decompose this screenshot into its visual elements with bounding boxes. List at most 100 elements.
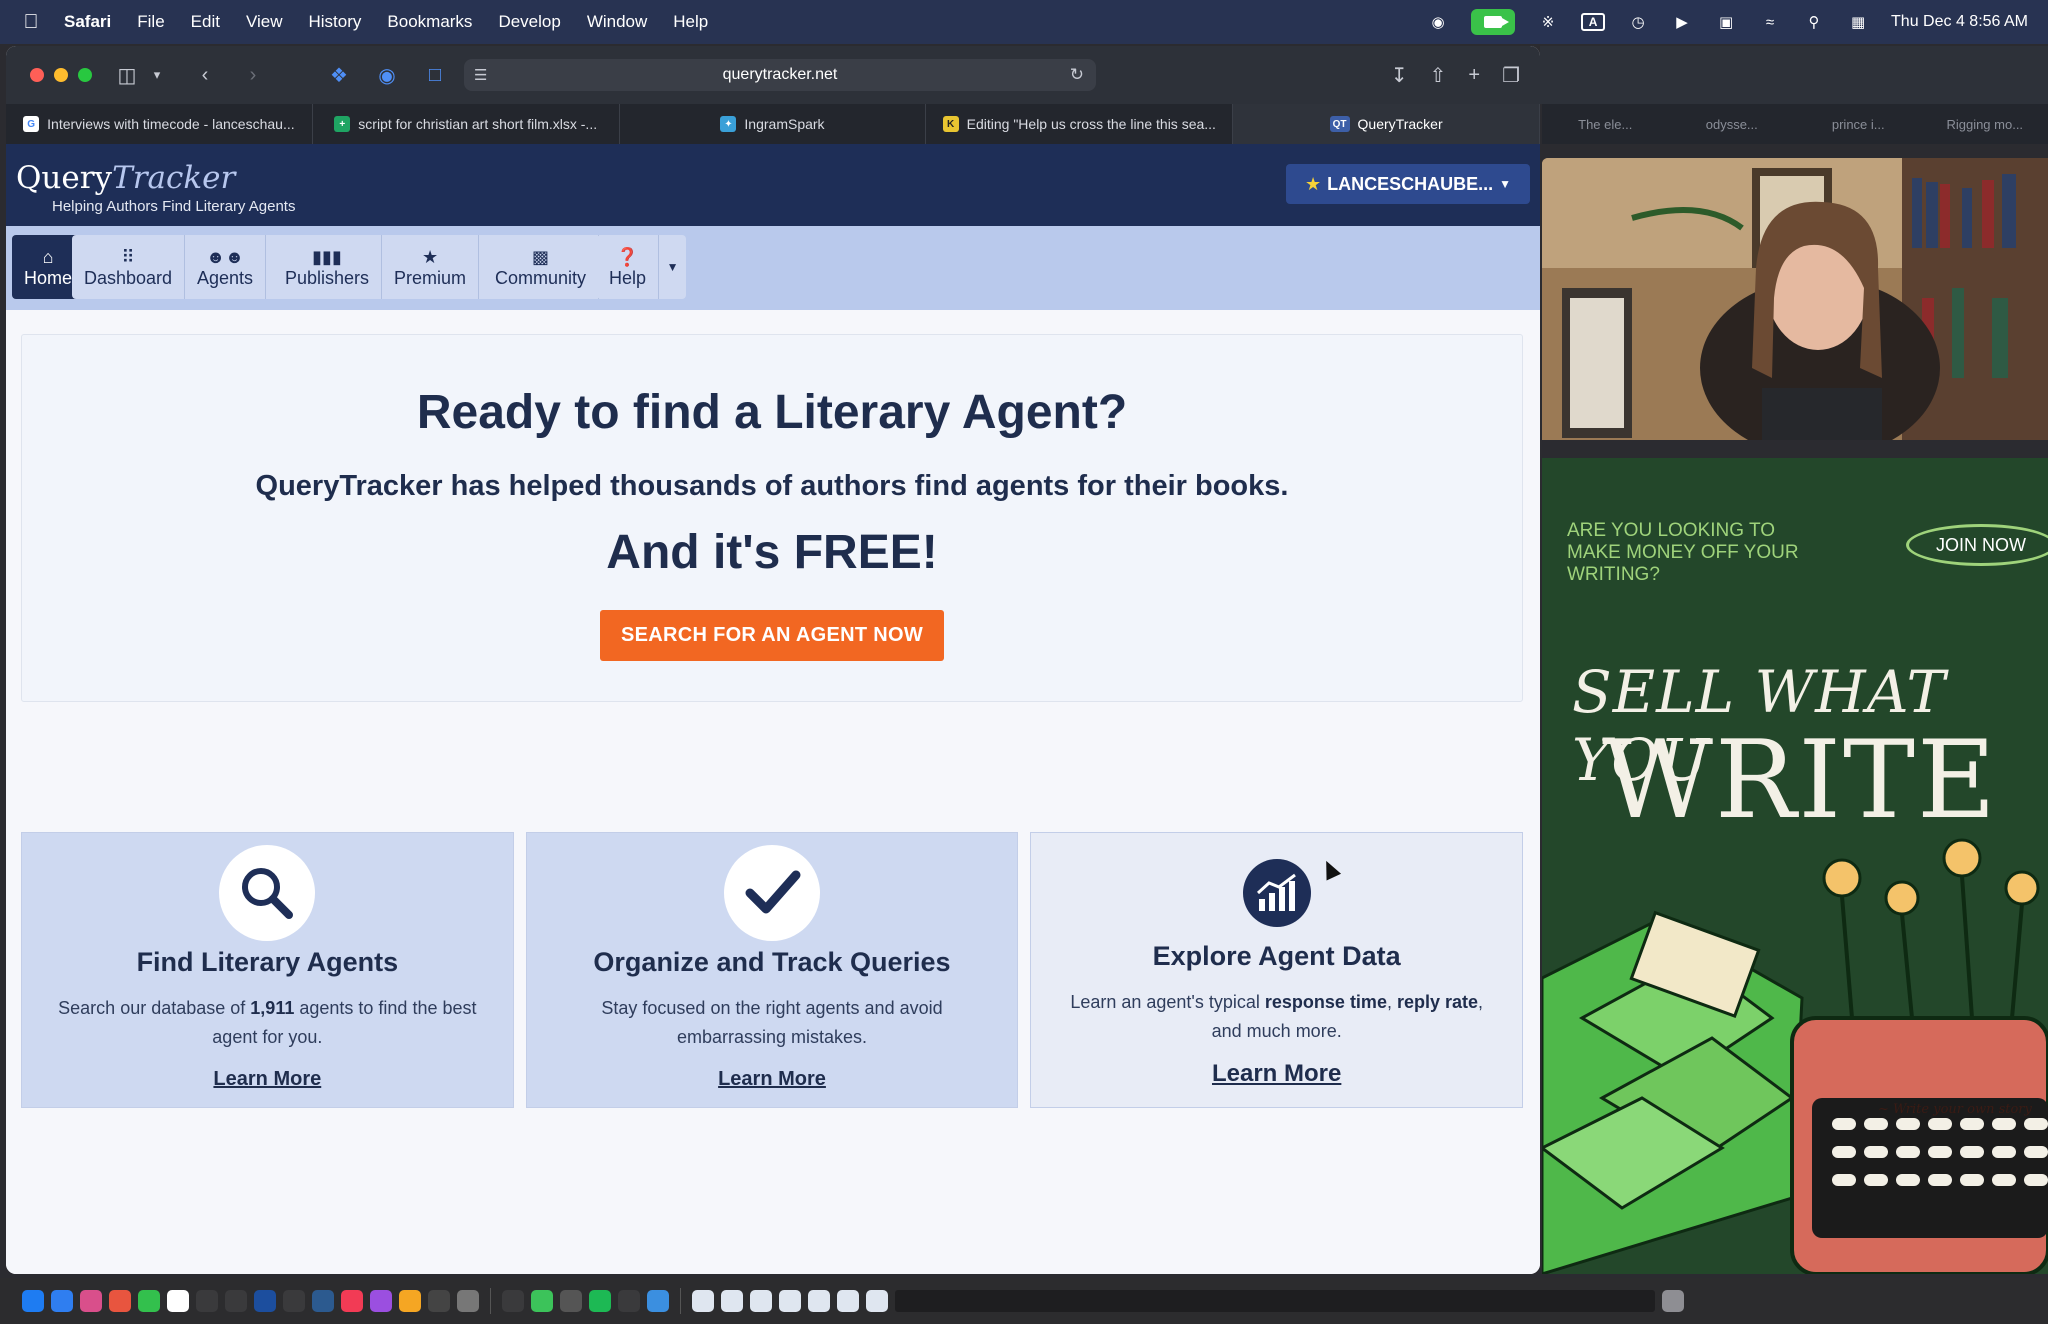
app-icon[interactable] bbox=[283, 1290, 305, 1312]
learn-more-link-find[interactable]: Learn More bbox=[213, 1068, 321, 1091]
extension-shield-icon[interactable]: ◉ bbox=[374, 63, 400, 88]
bg-tab[interactable]: odysse... bbox=[1669, 117, 1796, 132]
app-icon[interactable] bbox=[312, 1290, 334, 1312]
tab-script-spreadsheet[interactable]: + script for christian art short film.xl… bbox=[313, 104, 620, 144]
preview-icon[interactable] bbox=[647, 1290, 669, 1312]
sidebar-menu-chevron-icon[interactable]: ▾ bbox=[144, 67, 170, 83]
trash-icon[interactable] bbox=[1662, 1290, 1684, 1312]
document-icon[interactable] bbox=[808, 1290, 830, 1312]
nav-help-button[interactable]: ❓ Help bbox=[597, 235, 659, 299]
extension-doc-icon[interactable]: □ bbox=[422, 64, 448, 87]
tab-overview-icon[interactable]: ❐ bbox=[1502, 63, 1520, 88]
minimize-window-button[interactable] bbox=[54, 68, 68, 82]
menu-develop[interactable]: Develop bbox=[498, 12, 560, 32]
checkmark-icon bbox=[724, 845, 820, 941]
document-icon[interactable] bbox=[750, 1290, 772, 1312]
back-arrow-icon[interactable]: ‹ bbox=[192, 64, 218, 87]
bg-tab[interactable]: The ele... bbox=[1542, 117, 1669, 132]
nav-dashboard-button[interactable]: ⠿ Dashboard bbox=[72, 235, 185, 299]
tab-title: IngramSpark bbox=[744, 116, 825, 132]
menu-help[interactable]: Help bbox=[673, 12, 708, 32]
photos-icon[interactable] bbox=[109, 1290, 131, 1312]
menu-file[interactable]: File bbox=[137, 12, 164, 32]
bg-tab[interactable]: prince i... bbox=[1795, 117, 1922, 132]
app-store-icon[interactable] bbox=[254, 1290, 276, 1312]
battery-icon[interactable]: ▣ bbox=[1715, 13, 1737, 31]
app-icon[interactable] bbox=[560, 1290, 582, 1312]
sidebar-toggle-icon[interactable]: ◫ bbox=[114, 63, 140, 88]
user-menu-button[interactable]: ★ LANCESCHAUBE... ▼ bbox=[1286, 164, 1530, 204]
tab-querytracker[interactable]: QT QueryTracker bbox=[1233, 104, 1540, 144]
app-icon[interactable] bbox=[428, 1290, 450, 1312]
extension-network-icon[interactable]: ❖ bbox=[326, 63, 352, 88]
tab-bar: G Interviews with timecode - lanceschau.… bbox=[6, 104, 1540, 144]
close-window-button[interactable] bbox=[30, 68, 44, 82]
tab-ingramspark[interactable]: ✦ IngramSpark bbox=[620, 104, 927, 144]
menu-window[interactable]: Window bbox=[587, 12, 647, 32]
document-icon[interactable] bbox=[837, 1290, 859, 1312]
bluetooth-icon[interactable]: ※ bbox=[1537, 13, 1559, 31]
document-icon[interactable] bbox=[779, 1290, 801, 1312]
pages-icon[interactable] bbox=[399, 1290, 421, 1312]
app-icon[interactable] bbox=[196, 1290, 218, 1312]
help-dropdown-caret[interactable]: ▼ bbox=[658, 235, 687, 299]
menu-view[interactable]: View bbox=[246, 12, 283, 32]
numbers-icon[interactable] bbox=[531, 1290, 553, 1312]
document-icon[interactable] bbox=[866, 1290, 888, 1312]
facetime-camera-icon[interactable] bbox=[1471, 9, 1516, 35]
app-icon[interactable] bbox=[225, 1290, 247, 1312]
control-center-icon[interactable]: ▦ bbox=[1847, 13, 1869, 31]
nav-agents-button[interactable]: ☻☻ Agents bbox=[185, 235, 266, 299]
spotlight-search-icon[interactable]: ⚲ bbox=[1803, 13, 1825, 31]
nav-publishers-button[interactable]: ▮▮▮ Publishers bbox=[273, 235, 382, 299]
share-icon[interactable]: ⇧ bbox=[1430, 63, 1447, 88]
app-icon[interactable] bbox=[502, 1290, 524, 1312]
music-icon[interactable] bbox=[341, 1290, 363, 1312]
ad-join-now-button[interactable]: JOIN NOW bbox=[1906, 524, 2048, 566]
finder-icon[interactable] bbox=[22, 1290, 44, 1312]
user-menu-label: LANCESCHAUBE... bbox=[1327, 173, 1494, 194]
querytracker-logo[interactable]: QueryTracker Helping Authors Find Litera… bbox=[16, 160, 295, 215]
input-source-icon[interactable]: A bbox=[1581, 13, 1606, 31]
learn-more-link-explore[interactable]: Learn More bbox=[1212, 1060, 1341, 1088]
record-icon[interactable]: ◉ bbox=[1427, 13, 1449, 31]
tab-kickstarter-edit[interactable]: K Editing "Help us cross the line this s… bbox=[926, 104, 1234, 144]
document-icon[interactable] bbox=[721, 1290, 743, 1312]
menu-edit[interactable]: Edit bbox=[191, 12, 220, 32]
menu-bookmarks[interactable]: Bookmarks bbox=[387, 12, 472, 32]
wifi-icon[interactable]: ≈ bbox=[1759, 13, 1781, 31]
system-settings-icon[interactable] bbox=[457, 1290, 479, 1312]
feature-title: Explore Agent Data bbox=[1152, 941, 1401, 971]
address-bar[interactable]: ☰ querytracker.net ↻ bbox=[464, 59, 1096, 91]
apple-icon[interactable]:  bbox=[14, 11, 48, 34]
search-agent-button[interactable]: SEARCH FOR AN AGENT NOW bbox=[599, 610, 945, 661]
launchpad-icon[interactable] bbox=[80, 1290, 102, 1312]
app-icon[interactable] bbox=[618, 1290, 640, 1312]
nav-community-button[interactable]: ▩ Community bbox=[483, 235, 599, 299]
nav-premium-button[interactable]: ★ Premium bbox=[382, 235, 479, 299]
learn-more-link-organize[interactable]: Learn More bbox=[718, 1068, 826, 1091]
sell-what-you-write-ad[interactable]: ARE YOU LOOKING TO MAKE MONEY OFF YOUR W… bbox=[1542, 458, 2048, 1274]
minimized-windows-strip[interactable] bbox=[895, 1290, 1655, 1312]
safari-icon[interactable] bbox=[51, 1290, 73, 1312]
calendar-icon[interactable] bbox=[167, 1290, 189, 1312]
forward-arrow-icon[interactable]: › bbox=[240, 64, 266, 87]
time-machine-icon[interactable]: ◷ bbox=[1627, 13, 1649, 31]
tab-interviews[interactable]: G Interviews with timecode - lanceschau.… bbox=[6, 104, 313, 144]
url-text[interactable]: querytracker.net bbox=[723, 66, 838, 84]
menu-safari[interactable]: Safari bbox=[64, 12, 111, 32]
menu-history[interactable]: History bbox=[309, 12, 362, 32]
document-icon[interactable] bbox=[692, 1290, 714, 1312]
reload-icon[interactable]: ↻ bbox=[1070, 65, 1084, 85]
new-tab-plus-icon[interactable]: + bbox=[1468, 64, 1480, 87]
bg-tab[interactable]: Rigging mo... bbox=[1922, 117, 2048, 132]
play-icon[interactable]: ▶ bbox=[1671, 13, 1693, 31]
books-icon: ▮▮▮ bbox=[312, 246, 342, 267]
spotify-icon[interactable] bbox=[589, 1290, 611, 1312]
menu-clock[interactable]: Thu Dec 4 8:56 AM bbox=[1891, 13, 2028, 31]
zoom-window-button[interactable] bbox=[78, 68, 92, 82]
page-menu-icon[interactable]: ☰ bbox=[474, 66, 487, 84]
facetime-icon[interactable] bbox=[138, 1290, 160, 1312]
downloads-icon[interactable]: ↧ bbox=[1391, 63, 1408, 88]
podcasts-icon[interactable] bbox=[370, 1290, 392, 1312]
